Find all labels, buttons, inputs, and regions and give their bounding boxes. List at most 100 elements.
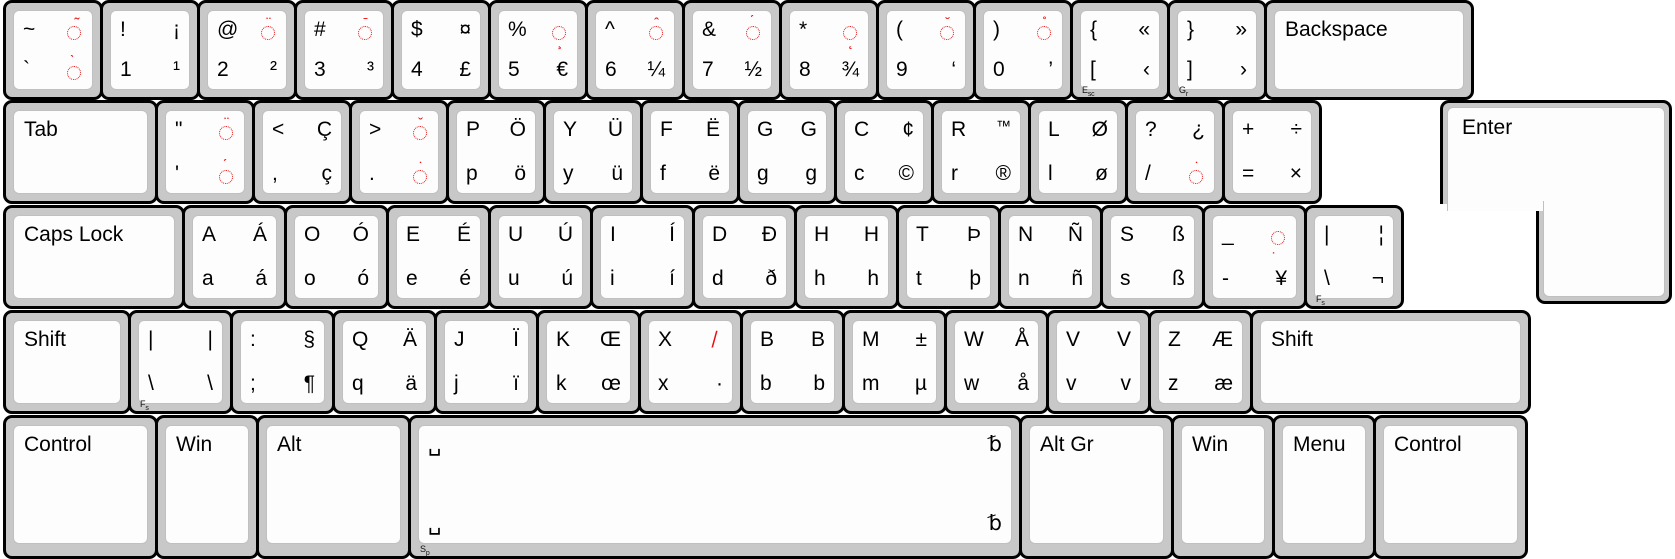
key-r[interactable]: R ™ r ®	[931, 100, 1031, 204]
key-8[interactable]: *̨ 8 ¾	[779, 0, 879, 100]
key-bar[interactable]: | | \ \ Fs	[128, 310, 233, 414]
key-z[interactable]: Z Æz æ	[1148, 310, 1253, 414]
key-g[interactable]: G Gg g	[737, 100, 837, 204]
key-backspace[interactable]: Backspace	[1264, 0, 1474, 100]
key-equal[interactable]: + ÷ = ×	[1222, 100, 1322, 204]
key-w[interactable]: W Åw å	[944, 310, 1049, 414]
bottom-letter-row: Shift | | \ \ Fs: §; ¶ Q Äq ä J Ïj ï K Œk œ X̸ x · B Bb b M ± m µ W…	[3, 310, 1531, 414]
key-v[interactable]: V Vv v	[1046, 310, 1151, 414]
key-glyph-bl: 8	[799, 58, 811, 81]
key-3[interactable]: #̄ 3 ³	[294, 0, 394, 100]
key-d[interactable]: D Đd ð	[692, 205, 797, 309]
key-6[interactable]: ^̂ 6 ¼	[585, 0, 685, 100]
key-control-right[interactable]: Control	[1373, 415, 1528, 559]
key-glyph-br: ø	[1095, 162, 1108, 185]
key-i[interactable]: I Íi í	[590, 205, 695, 309]
key-win-right[interactable]: Win	[1171, 415, 1275, 559]
keycap-face: &́ 7 ½	[692, 10, 772, 90]
key-space[interactable]: ␣ ␢ ␣ ␢ Sp	[408, 415, 1022, 559]
key-s[interactable]: Sß s ß	[1100, 205, 1205, 309]
key-backslash[interactable]: | ¦ \ ¬ Fs	[1304, 205, 1404, 309]
key-glyph-tr: ̸	[706, 329, 723, 350]
key-h[interactable]: H Hh h	[794, 205, 899, 309]
key-c[interactable]: C ¢ c ©	[834, 100, 934, 204]
key-m[interactable]: M ± m µ	[842, 310, 947, 414]
key-p[interactable]: P Öp ö	[446, 100, 546, 204]
key-glyph-bl: u	[508, 267, 520, 290]
key-y[interactable]: Y Üy ü	[543, 100, 643, 204]
key-n[interactable]: N Ñn ñ	[998, 205, 1103, 309]
key-glyph-bl: g	[757, 162, 769, 185]
key-f[interactable]: F Ëf ë	[640, 100, 740, 204]
key-b[interactable]: B Bb b	[740, 310, 845, 414]
key-glyph-tr: Ç	[316, 118, 332, 141]
dead-key-marker: ̇	[412, 165, 429, 184]
key-slash[interactable]: ? ¿ /̇	[1125, 100, 1225, 204]
key-glyph-br: å	[1017, 372, 1029, 395]
key-label: Alt Gr	[1040, 433, 1094, 456]
key-e[interactable]: E Ée é	[386, 205, 491, 309]
key-shift-left[interactable]: Shift	[3, 310, 131, 414]
key-glyph-tr: ̊	[1036, 19, 1053, 40]
key-glyph-tr: Ü	[607, 118, 623, 141]
key-capslock[interactable]: Caps Lock	[3, 205, 185, 309]
key-bracketleft[interactable]: {« [‹ Esc	[1070, 0, 1170, 100]
key-q[interactable]: Q Äq ä	[332, 310, 437, 414]
key-glyph-tr: §	[303, 328, 315, 351]
key-x[interactable]: X̸ x ·	[638, 310, 743, 414]
key-glyph-tr: V	[1116, 328, 1131, 351]
keycap-face: Backspace	[1274, 10, 1464, 90]
key-glyph-bl: w	[964, 372, 980, 395]
key-a[interactable]: A Áa á	[182, 205, 287, 309]
key-menu[interactable]: Menu	[1272, 415, 1376, 559]
key-glyph-br: ²	[270, 58, 277, 81]
key-glyph-bl: n	[1018, 267, 1030, 290]
key-t[interactable]: T Þt þ	[896, 205, 1001, 309]
key-0[interactable]: )̊ 0 ’	[973, 0, 1073, 100]
key-control-left[interactable]: Control	[3, 415, 158, 559]
key-k[interactable]: K Œk œ	[536, 310, 641, 414]
key-l[interactable]: L Øl ø	[1028, 100, 1128, 204]
key-enter[interactable]: Enter	[1440, 100, 1672, 304]
key-shift-right[interactable]: Shift	[1250, 310, 1531, 414]
key-glyph-bl: c	[854, 162, 865, 185]
keycap-face: R ™ r ®	[941, 110, 1021, 194]
dead-key-marker: ̣	[1270, 226, 1287, 245]
key-bracketright[interactable]: } »] › Gr	[1167, 0, 1267, 100]
keycap-face: Q Äq ä	[342, 320, 427, 404]
key-tab[interactable]: Tab	[3, 100, 158, 204]
keycap-face: Y Üy ü	[553, 110, 633, 194]
key-glyph-br: µ	[914, 372, 927, 395]
key-o[interactable]: O Óo ó	[284, 205, 389, 309]
key-glyph-tr: B	[810, 328, 825, 351]
key-7[interactable]: &́ 7 ½	[682, 0, 782, 100]
key-j[interactable]: J Ïj ï	[434, 310, 539, 414]
key-glyph-tr: ̄	[357, 19, 374, 40]
key-2[interactable]: @̈ 2 ²	[197, 0, 297, 100]
key-1[interactable]: ! ¡ 1 ¹	[100, 0, 200, 100]
key-win-left[interactable]: Win	[155, 415, 259, 559]
key-alt-left[interactable]: Alt	[256, 415, 411, 559]
key-glyph-br: ·	[716, 372, 723, 395]
key-9[interactable]: (̆ 9 ‘	[876, 0, 976, 100]
key-u[interactable]: U Úu ú	[488, 205, 593, 309]
key-glyph-bl: s	[1120, 267, 1131, 290]
key-5[interactable]: %̧ 5 €	[488, 0, 588, 100]
key-glyph-br: h	[867, 267, 879, 290]
key-semicolon[interactable]: : §; ¶	[230, 310, 335, 414]
key-minus[interactable]: _̣ - ¥	[1202, 205, 1307, 309]
keycap-face: B Bb b	[750, 320, 835, 404]
key-comma[interactable]: < Ç, ç	[252, 100, 352, 204]
keycap-face: Control	[13, 425, 148, 544]
key-period[interactable]: >̌.̇	[349, 100, 449, 204]
key-altgr[interactable]: Alt Gr	[1019, 415, 1174, 559]
key-glyph-tl: |	[1324, 223, 1330, 246]
key-glyph-tl: >	[369, 118, 382, 141]
key-glyph-tl: I	[610, 223, 616, 246]
key-grave[interactable]: ~̃ `̀	[3, 0, 103, 100]
key-glyph-bl: 9	[896, 58, 908, 81]
key-4[interactable]: $ ¤ 4 £	[391, 0, 491, 100]
keycap-face: (̆ 9 ‘	[886, 10, 966, 90]
key-quote[interactable]: "̈ '́	[155, 100, 255, 204]
key-glyph-bl: 3	[314, 58, 326, 81]
